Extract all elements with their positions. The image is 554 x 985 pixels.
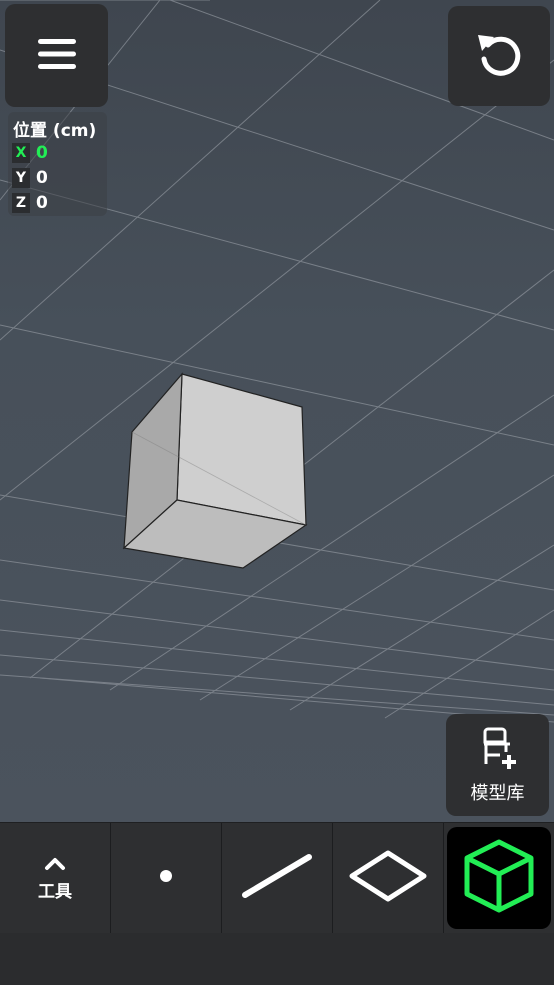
face-tool-button[interactable] [333,823,444,933]
diamond-face-icon [348,849,428,907]
solid-tool-button[interactable] [447,827,551,929]
system-bottom-bar [0,933,554,985]
point-tool-button[interactable] [111,823,222,933]
bottom-toolbar: 工具 [0,822,554,933]
position-title: 位置 (cm) [13,121,97,141]
cube-icon [459,836,539,920]
undo-button[interactable] [448,6,550,106]
axis-label-y: Y [12,168,30,188]
chair-add-icon [476,725,520,775]
model-library-button[interactable]: 模型库 [446,714,549,816]
axis-row-y[interactable]: Y 0 [12,167,48,189]
chevron-up-icon [43,855,67,875]
menu-button[interactable] [5,4,108,107]
position-panel: 位置 (cm) X 0 Y 0 Z 0 [8,112,107,216]
line-tool-button[interactable] [222,823,333,933]
tools-button[interactable]: 工具 [0,823,111,933]
axis-label-x: X [12,143,30,163]
undo-icon [474,29,524,83]
3d-viewport[interactable]: 位置 (cm) X 0 Y 0 Z 0 模型库 [0,0,554,822]
axis-row-z[interactable]: Z 0 [12,192,48,214]
axis-row-x[interactable]: X 0 [12,142,48,164]
tools-label: 工具 [38,881,72,902]
axis-value-y[interactable]: 0 [36,168,48,188]
axis-value-x[interactable]: 0 [36,143,48,163]
axis-label-z: Z [12,193,30,213]
line-icon [241,853,313,903]
point-icon [158,868,174,888]
hamburger-menu-icon [37,37,77,75]
model-library-label: 模型库 [470,783,525,804]
axis-value-z[interactable]: 0 [36,193,48,213]
